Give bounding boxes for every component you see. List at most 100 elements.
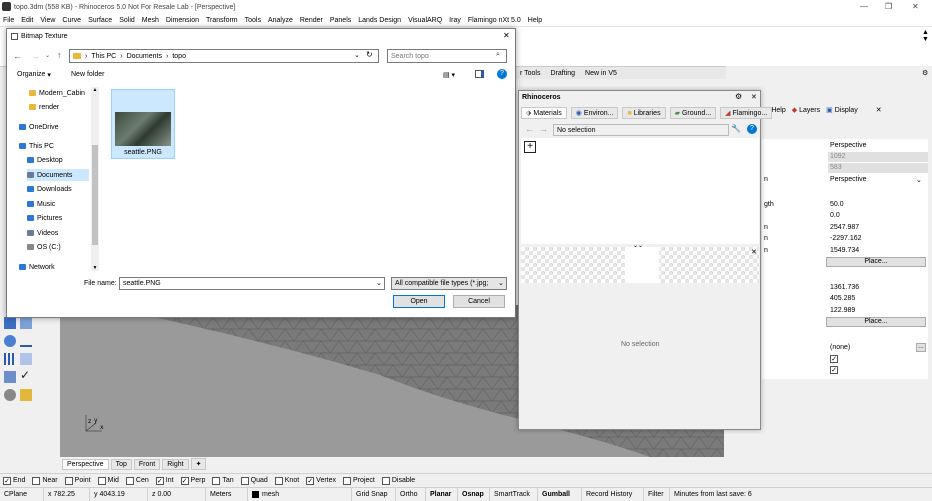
nav-scroll-down-icon[interactable]: ▼ xyxy=(91,265,99,271)
checkbox-icon[interactable] xyxy=(343,476,352,485)
breadcrumb-this-pc[interactable]: This PC xyxy=(91,53,116,60)
menu-item-visualarq[interactable]: VisualARQ xyxy=(408,17,442,24)
tab-materials[interactable]: ⬗ Materials xyxy=(521,107,567,119)
osnap-near[interactable]: Near xyxy=(32,476,58,485)
tab-tools[interactable]: r Tools xyxy=(516,69,545,78)
osnap-point[interactable]: Point xyxy=(64,476,91,485)
close-button[interactable]: ✕ xyxy=(912,2,919,11)
command-scroll-icon[interactable]: ▲ ▼ xyxy=(922,29,929,43)
minimize-button[interactable]: — xyxy=(860,2,868,11)
osnap-end[interactable]: ✓ End xyxy=(3,476,25,485)
breadcrumb-topo[interactable]: topo xyxy=(172,53,186,60)
preview-pane-icon[interactable] xyxy=(475,70,484,78)
refresh-icon[interactable]: ↻ xyxy=(366,50,373,59)
back-arrow-icon[interactable]: ← xyxy=(13,51,22,61)
menu-item-render[interactable]: Render xyxy=(300,17,323,24)
nav-item-this-pc[interactable]: This PC xyxy=(19,140,89,152)
tab-flamingo[interactable]: ◢ Flamingo... xyxy=(720,107,773,119)
osnap-perp[interactable]: ✓ Perp xyxy=(180,476,205,485)
nav-item-modern-cabin[interactable]: Modern_Cabin xyxy=(29,87,89,99)
nav-item-documents[interactable]: Documents xyxy=(27,169,89,181)
checkbox-icon[interactable] xyxy=(32,476,41,485)
chevron-down-icon[interactable]: ⌄ xyxy=(376,279,382,287)
checkbox-icon[interactable] xyxy=(240,476,249,485)
layer-indicator[interactable]: mesh xyxy=(248,487,352,501)
nav-item-downloads[interactable]: Downloads xyxy=(27,183,89,195)
nav-item-os-c-[interactable]: OS (C:) xyxy=(27,241,89,253)
osnap-int[interactable]: ✓ Int xyxy=(155,476,174,485)
menu-item-transform[interactable]: Transform xyxy=(206,17,238,24)
menu-item-analyze[interactable]: Analyze xyxy=(268,17,293,24)
nav-item-videos[interactable]: Videos xyxy=(27,227,89,239)
checkbox-icon[interactable] xyxy=(64,476,73,485)
add-viewport-icon[interactable]: ✦ xyxy=(190,458,207,470)
browse-button[interactable]: … xyxy=(916,343,926,352)
tab-right[interactable]: Right xyxy=(162,458,189,470)
filter-toggle[interactable]: Filter xyxy=(644,487,670,501)
menu-item-dimension[interactable]: Dimension xyxy=(166,17,199,24)
dialog-close-icon[interactable]: ✕ xyxy=(503,31,510,40)
nav-item-onedrive[interactable]: OneDrive xyxy=(19,121,89,133)
checkbox-icon[interactable]: ✓ xyxy=(155,476,164,485)
checkbox-icon[interactable] xyxy=(274,476,283,485)
smarttrack-toggle[interactable]: SmartTrack xyxy=(490,487,538,501)
menu-item-panels[interactable]: Panels xyxy=(330,17,351,24)
settings-icon[interactable]: ⚙ xyxy=(735,92,742,101)
surface-tool-icon[interactable] xyxy=(20,317,32,329)
forward-arrow-icon[interactable]: → xyxy=(539,124,548,134)
osnap-quad[interactable]: Quad xyxy=(240,476,268,485)
file-type-select[interactable]: All compatible file types (*.jpg; ⌄ xyxy=(391,277,507,290)
solid-tool-icon[interactable] xyxy=(4,335,16,347)
menu-item-view[interactable]: View xyxy=(40,17,55,24)
checkbox-icon[interactable] xyxy=(125,476,134,485)
cplane-label[interactable]: CPlane xyxy=(0,487,44,501)
checkbox-icon[interactable] xyxy=(97,476,106,485)
osnap-tan[interactable]: Tan xyxy=(212,476,234,485)
planar-toggle[interactable]: Planar xyxy=(426,487,458,501)
checkbox-icon[interactable]: ✓ xyxy=(3,476,11,485)
tools-icon[interactable]: 🔧 xyxy=(731,124,741,133)
panel-close-x-icon[interactable]: ✕ xyxy=(876,106,882,114)
units-label[interactable]: Meters xyxy=(206,487,248,501)
menu-item-edit[interactable]: Edit xyxy=(21,17,33,24)
menu-item-solid[interactable]: Solid xyxy=(119,17,135,24)
nav-scroll-up-icon[interactable]: ▲ xyxy=(91,87,99,93)
new-folder-button[interactable]: New folder xyxy=(71,71,104,78)
osnap-knot[interactable]: Knot xyxy=(274,476,299,485)
menu-item-tools[interactable]: Tools xyxy=(245,17,261,24)
checkbox-icon[interactable] xyxy=(381,476,390,485)
property-checkbox[interactable]: ✓ xyxy=(830,355,838,363)
cancel-button[interactable]: Cancel xyxy=(453,295,505,308)
record-history-toggle[interactable]: Record History xyxy=(582,487,644,501)
checkbox-icon[interactable] xyxy=(212,476,221,485)
osnap-vertex[interactable]: ✓ Vertex xyxy=(306,476,336,485)
menu-item-surface[interactable]: Surface xyxy=(88,17,112,24)
nav-item-music[interactable]: Music xyxy=(27,198,89,210)
menu-item-mesh[interactable]: Mesh xyxy=(142,17,159,24)
breadcrumb-documents[interactable]: Documents xyxy=(127,53,162,60)
dimension-tool-icon[interactable] xyxy=(20,335,32,347)
render-tool-icon[interactable] xyxy=(4,389,16,401)
tab-display[interactable]: ▣ Display xyxy=(826,106,858,115)
material-list[interactable]: + xyxy=(521,138,759,244)
nav-scroll-thumb[interactable] xyxy=(92,145,98,245)
place-button[interactable]: Place... xyxy=(826,257,926,267)
chevron-down-icon[interactable]: ⌄ xyxy=(916,176,922,184)
panel-close-icon[interactable]: ⚙ xyxy=(922,69,928,77)
back-arrow-icon[interactable]: ← xyxy=(525,124,534,134)
paint-tool-icon[interactable] xyxy=(20,389,32,401)
close-icon[interactable]: ✕ xyxy=(751,93,757,101)
place-button[interactable]: Place... xyxy=(826,317,926,327)
curve-tool-icon[interactable] xyxy=(4,317,16,329)
menu-item-curve[interactable]: Curve xyxy=(62,17,81,24)
tab-perspective[interactable]: Perspective xyxy=(62,458,109,470)
recent-dropdown-icon[interactable]: ⌄ xyxy=(45,52,50,59)
tab-front[interactable]: Front xyxy=(133,458,161,470)
tab-environments[interactable]: ◉ Environ... xyxy=(570,107,619,119)
menu-item-iray[interactable]: Iray xyxy=(449,17,461,24)
menu-item-file[interactable]: File xyxy=(3,17,14,24)
analyze-tool-icon[interactable] xyxy=(4,371,16,383)
nav-scrollbar[interactable]: ▲ ▼ xyxy=(91,87,99,271)
gumball-toggle[interactable]: Gumball xyxy=(538,487,582,501)
tab-new-in-v5[interactable]: New in V5 xyxy=(581,69,621,78)
